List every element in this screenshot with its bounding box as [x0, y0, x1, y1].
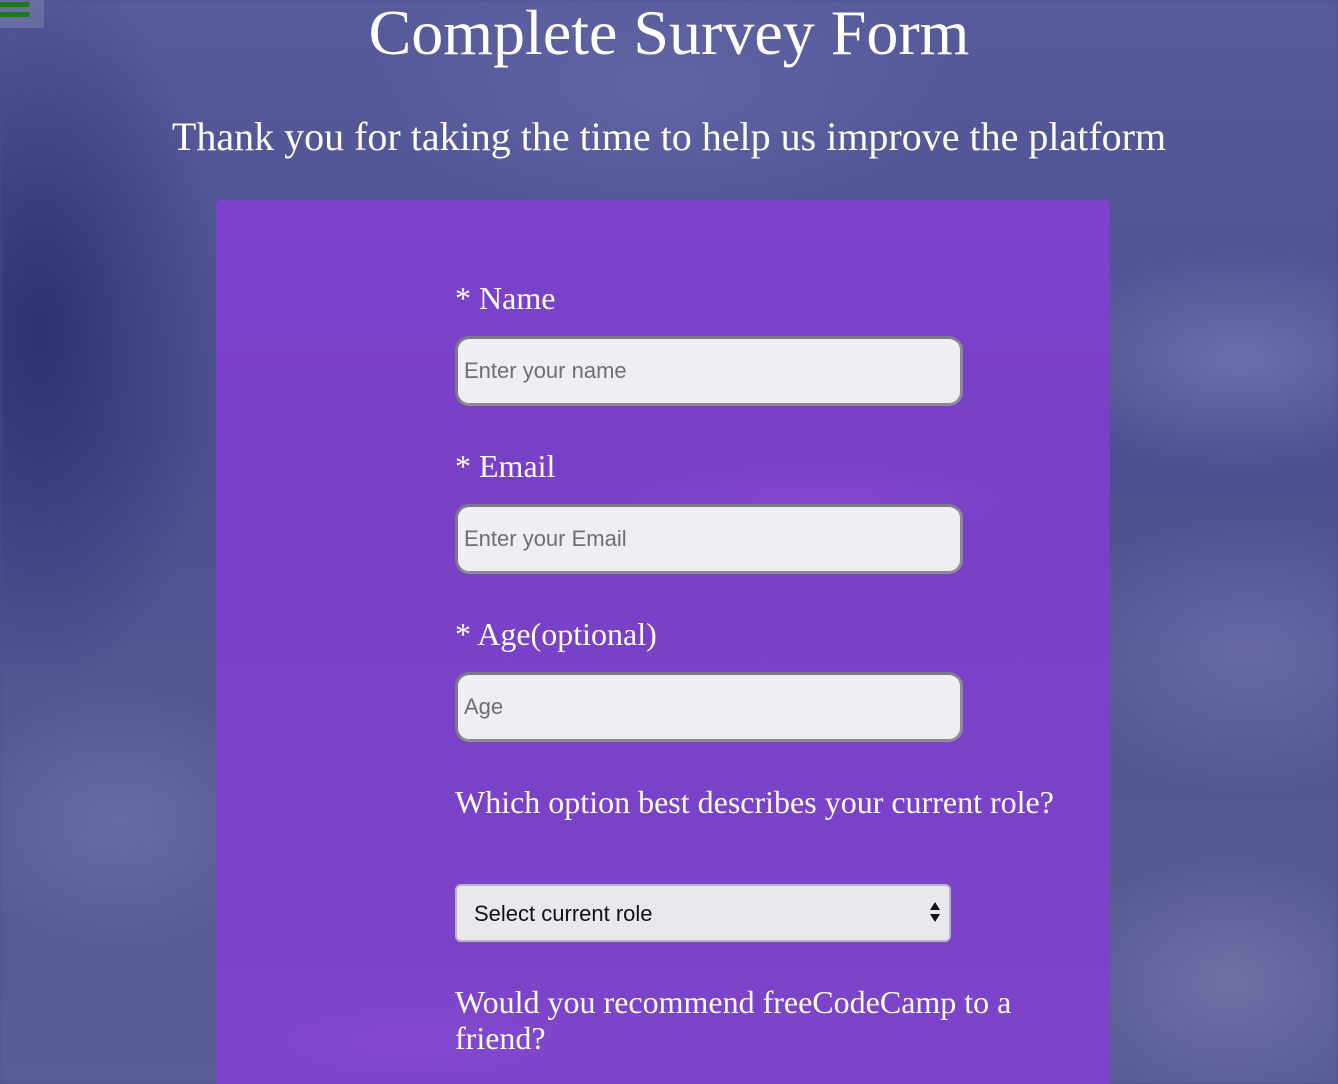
recommend-question: Would you recommend freeCodeCamp to a fr…	[455, 984, 1012, 1056]
survey-form: * Name * Email * Age(optional) Which opt…	[216, 200, 1110, 1084]
role-select[interactable]: Select current role	[455, 884, 951, 942]
select-updown-arrows-icon	[929, 902, 941, 926]
role-question: Which option best describes your current…	[455, 784, 1054, 820]
age-label: * Age(optional)	[455, 616, 657, 652]
age-input[interactable]	[455, 672, 963, 742]
email-label: * Email	[455, 448, 556, 484]
page-title: Complete Survey Form	[368, 0, 970, 68]
arrow-up-icon	[930, 902, 940, 910]
name-input[interactable]	[455, 336, 963, 406]
page-subtitle: Thank you for taking the time to help us…	[171, 114, 1167, 159]
role-select-value: Select current role	[474, 901, 653, 926]
arrow-down-icon	[930, 914, 940, 922]
name-label: * Name	[455, 280, 556, 316]
email-input[interactable]	[455, 504, 963, 574]
